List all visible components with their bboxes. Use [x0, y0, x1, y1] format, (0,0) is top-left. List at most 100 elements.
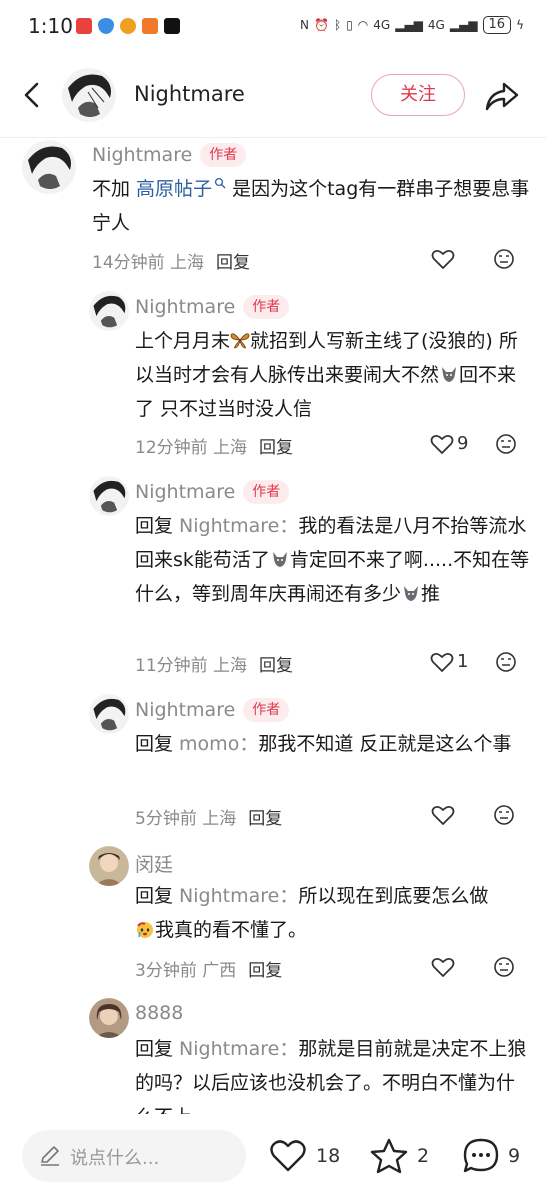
search-icon [215, 177, 226, 189]
dislike-icon[interactable] [493, 956, 515, 978]
comment-bubble-icon[interactable] [461, 1136, 501, 1176]
like-icon[interactable] [268, 1136, 308, 1176]
follow-button[interactable]: 关注 [371, 74, 465, 116]
signal-label-2: 4G [427, 18, 445, 32]
back-arrow-icon[interactable] [18, 80, 48, 110]
comment-text: 回复 momo：那我不知道 反正就是这么个事 [135, 727, 530, 761]
comment-author[interactable]: 闵廷 [135, 850, 173, 877]
comment-author[interactable]: Nightmare 作者 [135, 698, 290, 722]
system-status: N ⏰ ᛒ ▯ ◠ 4G ▂▄▆ 4G ▂▄▆ 16 ϟ [300, 16, 524, 34]
comment-meta: 5分钟前 上海 回复 [135, 804, 282, 829]
heart-icon[interactable] [430, 433, 454, 455]
comment-location: 上海 [170, 253, 205, 273]
author-name[interactable]: Nightmare [135, 481, 235, 503]
commenter-avatar[interactable] [89, 846, 129, 886]
reply-target[interactable]: momo： [179, 733, 258, 755]
author-name[interactable]: Nightmare [135, 296, 235, 318]
comment-author[interactable]: Nightmare 作者 [135, 295, 290, 319]
comment-text-part: 推 [421, 583, 441, 605]
status-time: 1:10 [28, 14, 73, 38]
post-header: Nightmare 关注 [0, 62, 546, 134]
nfc-icon: N [300, 18, 310, 32]
bottom-action-bar: 说点什么... 18 2 9 [0, 1118, 546, 1200]
like-count: 9 [457, 433, 469, 454]
comment-text-part: 所以现在到底要怎么做 [298, 885, 489, 907]
signal-label: 4G [373, 18, 391, 32]
share-icon[interactable] [484, 78, 520, 114]
star-count: 2 [417, 1145, 430, 1167]
heart-icon[interactable] [431, 956, 455, 978]
comment-author[interactable]: Nightmare 作者 [135, 480, 290, 504]
heart-icon[interactable] [431, 248, 455, 270]
comment-author[interactable]: 8888 [135, 1002, 183, 1024]
dislike-icon[interactable] [493, 804, 515, 826]
author-avatar[interactable] [62, 68, 116, 122]
comment-location: 上海 [213, 438, 248, 458]
reply-prefix: 回复 [135, 885, 180, 907]
status-bar: 1:10 N ⏰ ᛒ ▯ ◠ 4G ▂▄▆ 4G ▂▄▆ 16 ϟ [0, 0, 546, 52]
commenter-avatar[interactable] [89, 998, 129, 1038]
battery-indicator: 16 [482, 16, 512, 34]
signal-bars-icon-2: ▂▄▆ [449, 18, 478, 32]
comment-time: 12分钟前 [135, 438, 208, 458]
comment-location: 上海 [202, 809, 237, 829]
bluetooth-icon: ᛒ [333, 18, 342, 32]
heart-icon[interactable] [430, 651, 454, 673]
commenter-avatar[interactable] [22, 140, 76, 194]
topic-link[interactable]: 高原帖子 [136, 177, 226, 200]
reply-target[interactable]: Nightmare： [179, 1038, 298, 1060]
header-divider [0, 137, 546, 138]
author-name[interactable]: Nightmare [92, 144, 192, 166]
star-icon[interactable] [369, 1136, 409, 1176]
dislike-icon[interactable] [495, 651, 517, 673]
comment-input-placeholder: 说点什么... [70, 1148, 160, 1169]
reply-target[interactable]: Nightmare： [179, 885, 298, 907]
reply-button[interactable]: 回复 [248, 809, 282, 829]
commenter-avatar[interactable] [89, 476, 129, 516]
page-title: Nightmare [134, 82, 245, 106]
comment-time: 11分钟前 [135, 656, 208, 676]
dislike-icon[interactable] [495, 433, 517, 455]
author-name[interactable]: Nightmare [135, 699, 235, 721]
comment-text: 上个月月末 就招到人写新主线了(没狼的) 所以当时才会有人脉传出来要闹大不然 回不来… [135, 324, 530, 426]
author-name[interactable]: 闵廷 [135, 854, 173, 876]
comment-text-part: 上个月月末 [135, 330, 231, 352]
dislike-icon[interactable] [493, 248, 515, 270]
reply-target[interactable]: Nightmare： [179, 515, 298, 537]
app-orange-icon [142, 18, 158, 34]
like-count: 1 [457, 651, 469, 672]
author-badge: 作者 [243, 698, 290, 722]
reply-prefix: 回复 [135, 733, 180, 755]
commenter-avatar[interactable] [89, 694, 129, 734]
reply-prefix: 回复 [135, 1038, 180, 1060]
charging-icon: ϟ [516, 18, 524, 32]
comment-text: 回复 Nightmare：那就是目前就是决定不上狼的吗？以后应该也没机会了。不明… [135, 1032, 530, 1114]
alarm-icon: ⏰ [314, 18, 329, 32]
reply-button[interactable]: 回复 [259, 438, 293, 458]
reply-button[interactable]: 回复 [216, 253, 250, 273]
comment-meta: 3分钟前 广西 回复 [135, 956, 282, 981]
crying-face-emoji-icon [137, 922, 153, 938]
comment-time: 5分钟前 [135, 809, 197, 829]
comment-meta: 14分钟前 上海 回复 [92, 248, 250, 273]
author-name[interactable]: 8888 [135, 1002, 183, 1024]
comment-author[interactable]: Nightmare 作者 [92, 143, 247, 167]
wolf-emoji-icon [442, 367, 457, 382]
comment-text-part: 不加 [92, 178, 137, 200]
comment-text-part: 我真的看不懂了。 [155, 919, 308, 941]
comment-time: 3分钟前 [135, 961, 197, 981]
author-badge: 作者 [243, 480, 290, 504]
shield-icon [98, 18, 114, 34]
comment-input[interactable]: 说点什么... [22, 1130, 246, 1182]
comment-location: 广西 [202, 961, 237, 981]
comment-location: 上海 [213, 656, 248, 676]
signal-bars-icon: ▂▄▆ [395, 18, 423, 32]
topic-link-label[interactable]: 高原帖子 [136, 178, 212, 200]
heart-icon[interactable] [431, 804, 455, 826]
commenter-avatar[interactable] [89, 291, 129, 331]
reply-button[interactable]: 回复 [259, 656, 293, 676]
like-count: 18 [316, 1145, 341, 1167]
wifi-icon: ◠ [357, 18, 369, 32]
comment-time: 14分钟前 [92, 253, 165, 273]
reply-button[interactable]: 回复 [248, 961, 282, 981]
